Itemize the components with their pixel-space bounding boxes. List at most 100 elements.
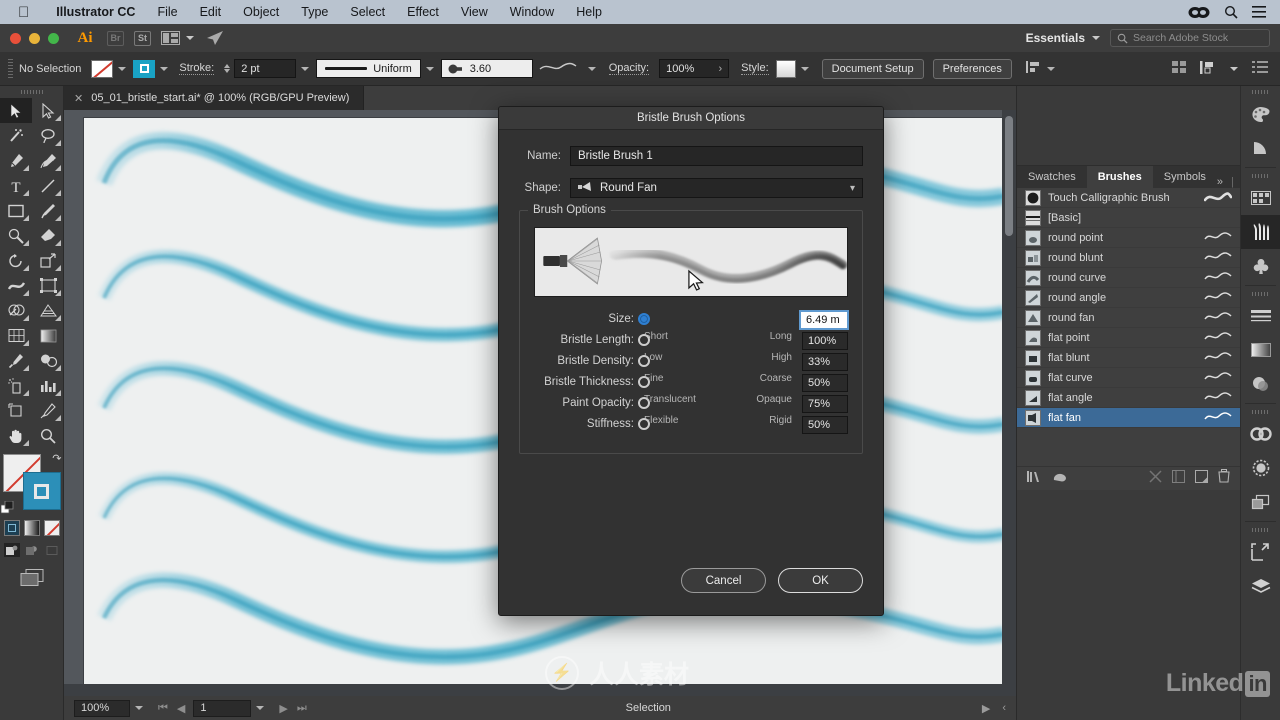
- graphic-style-swatch[interactable]: [775, 59, 796, 78]
- stroke-label[interactable]: Stroke:: [179, 62, 215, 75]
- size-value-field[interactable]: 6.49 m: [800, 311, 848, 329]
- gradient-tool[interactable]: [32, 323, 64, 348]
- toolbar-grip[interactable]: [0, 86, 63, 98]
- graphic-styles-panel-icon[interactable]: [1241, 451, 1280, 485]
- minimize-window-button[interactable]: [29, 32, 40, 44]
- artboard-chevron-down-icon[interactable]: [256, 706, 265, 710]
- workspace-switcher[interactable]: Essentials: [1026, 31, 1100, 45]
- libraries-icon[interactable]: [1053, 470, 1070, 488]
- change-screen-mode-button[interactable]: [0, 569, 63, 586]
- shape-chevron-down-icon[interactable]: ▾: [850, 183, 855, 194]
- search-icon[interactable]: [1224, 5, 1238, 19]
- curvature-tool[interactable]: [32, 148, 64, 173]
- opacity-field[interactable]: 100% ›: [659, 59, 730, 78]
- rotate-tool[interactable]: [0, 248, 32, 273]
- stroke-panel-icon[interactable]: [1241, 299, 1280, 333]
- eyedropper-tool[interactable]: [0, 348, 32, 373]
- direct-selection-tool[interactable]: [32, 98, 64, 123]
- scrollbar-thumb[interactable]: [1005, 116, 1013, 236]
- rail-grip[interactable]: [1241, 524, 1280, 535]
- previous-page-icon[interactable]: ◀: [177, 702, 185, 715]
- menu-item-select[interactable]: Select: [339, 5, 396, 19]
- tab-brushes[interactable]: Brushes: [1086, 166, 1153, 188]
- stiffness-value-field[interactable]: 50%: [802, 416, 848, 434]
- list-item[interactable]: Touch Calligraphic Brush: [1017, 188, 1240, 208]
- arrange-grid-icon[interactable]: [1172, 61, 1186, 76]
- list-item[interactable]: round point: [1017, 228, 1240, 248]
- menu-item-window[interactable]: Window: [499, 5, 565, 19]
- brush-chevron-down-icon[interactable]: [587, 66, 596, 71]
- ok-button[interactable]: OK: [778, 568, 863, 593]
- list-item[interactable]: round angle: [1017, 288, 1240, 308]
- menu-item-object[interactable]: Object: [232, 5, 290, 19]
- transform-chevron-down-icon[interactable]: [1230, 66, 1238, 71]
- shaper-tool[interactable]: [0, 223, 32, 248]
- rail-grip[interactable]: [1241, 288, 1280, 299]
- status-resize-icon[interactable]: ‹: [1002, 702, 1006, 714]
- last-page-icon[interactable]: ⏭: [297, 702, 307, 715]
- document-setup-button[interactable]: Document Setup: [821, 58, 924, 79]
- canvas-horizontal-scrollbar[interactable]: [64, 684, 1016, 696]
- bristle-length-slider-knob[interactable]: [638, 334, 650, 346]
- default-fill-stroke-icon[interactable]: [0, 500, 14, 514]
- slice-tool[interactable]: [32, 398, 64, 423]
- swatches-panel-icon[interactable]: [1241, 181, 1280, 215]
- free-transform-tool[interactable]: [32, 273, 64, 298]
- close-icon[interactable]: ✕: [74, 92, 83, 105]
- list-item[interactable]: flat blunt: [1017, 348, 1240, 368]
- opacity-label[interactable]: Opacity:: [608, 62, 650, 75]
- search-adobe-stock-input[interactable]: Search Adobe Stock: [1110, 29, 1270, 47]
- bridge-icon[interactable]: Br: [107, 30, 124, 46]
- list-item-selected[interactable]: flat fan: [1017, 408, 1240, 428]
- shape-builder-tool[interactable]: [0, 298, 32, 323]
- cancel-button[interactable]: Cancel: [681, 568, 766, 593]
- stroke-profile-chevron-down-icon[interactable]: [425, 66, 434, 71]
- artboard-tool[interactable]: [0, 398, 32, 423]
- paint-opacity-slider-knob[interactable]: [638, 397, 650, 409]
- scale-tool[interactable]: [32, 248, 64, 273]
- symbol-sprayer-tool[interactable]: [0, 373, 32, 398]
- arrange-documents-icon[interactable]: [161, 31, 180, 45]
- zoom-tool[interactable]: [32, 423, 64, 448]
- width-tool[interactable]: [0, 273, 32, 298]
- draw-inside-icon[interactable]: [44, 543, 60, 557]
- transparency-panel-icon[interactable]: [1241, 367, 1280, 401]
- list-item[interactable]: flat angle: [1017, 388, 1240, 408]
- stroke-chevron-down-icon[interactable]: [160, 66, 169, 71]
- appearance-panel-icon[interactable]: [1241, 417, 1280, 451]
- menu-item-file[interactable]: File: [146, 5, 188, 19]
- rectangle-tool[interactable]: [0, 198, 32, 223]
- rail-grip[interactable]: [1241, 86, 1280, 97]
- brush-libraries-icon[interactable]: [1027, 470, 1043, 488]
- swap-fill-stroke-icon[interactable]: ↷: [52, 452, 61, 465]
- share-icon[interactable]: [206, 30, 224, 46]
- mesh-tool[interactable]: [0, 323, 32, 348]
- draw-behind-icon[interactable]: [24, 543, 40, 557]
- stroke-weight-stepper[interactable]: [224, 64, 231, 73]
- menu-item-edit[interactable]: Edit: [189, 5, 233, 19]
- bristle-density-slider-knob[interactable]: [638, 355, 650, 367]
- layers-panel-icon[interactable]: [1241, 485, 1280, 519]
- list-item[interactable]: flat point: [1017, 328, 1240, 348]
- transform-icon[interactable]: [1200, 60, 1216, 77]
- options-of-selected-object-icon[interactable]: [1172, 469, 1185, 488]
- stroke-weight-field[interactable]: 2 pt: [234, 59, 297, 78]
- paint-opacity-value-field[interactable]: 75%: [802, 395, 848, 413]
- eraser-tool[interactable]: [32, 223, 64, 248]
- properties-icon[interactable]: [1252, 61, 1268, 76]
- fill-chevron-down-icon[interactable]: [118, 66, 127, 71]
- menu-item-view[interactable]: View: [450, 5, 499, 19]
- artboard-number-field[interactable]: 1: [193, 699, 252, 717]
- brushes-list[interactable]: Touch Calligraphic Brush [Basic] round p…: [1017, 188, 1240, 466]
- rail-grip[interactable]: [1241, 170, 1280, 181]
- stock-icon[interactable]: St: [134, 30, 151, 46]
- paintbrush-tool[interactable]: [32, 198, 64, 223]
- window-controls[interactable]: [0, 32, 59, 44]
- close-window-button[interactable]: [10, 32, 21, 44]
- libraries-panel-icon[interactable]: [1241, 569, 1280, 603]
- pen-tool[interactable]: [0, 148, 32, 173]
- menu-app-name[interactable]: Illustrator CC: [45, 5, 146, 19]
- brush-name-input[interactable]: Bristle Brush 1: [570, 146, 863, 166]
- fill-swatch[interactable]: [91, 59, 114, 78]
- arrange-chevron-down-icon[interactable]: [186, 36, 194, 40]
